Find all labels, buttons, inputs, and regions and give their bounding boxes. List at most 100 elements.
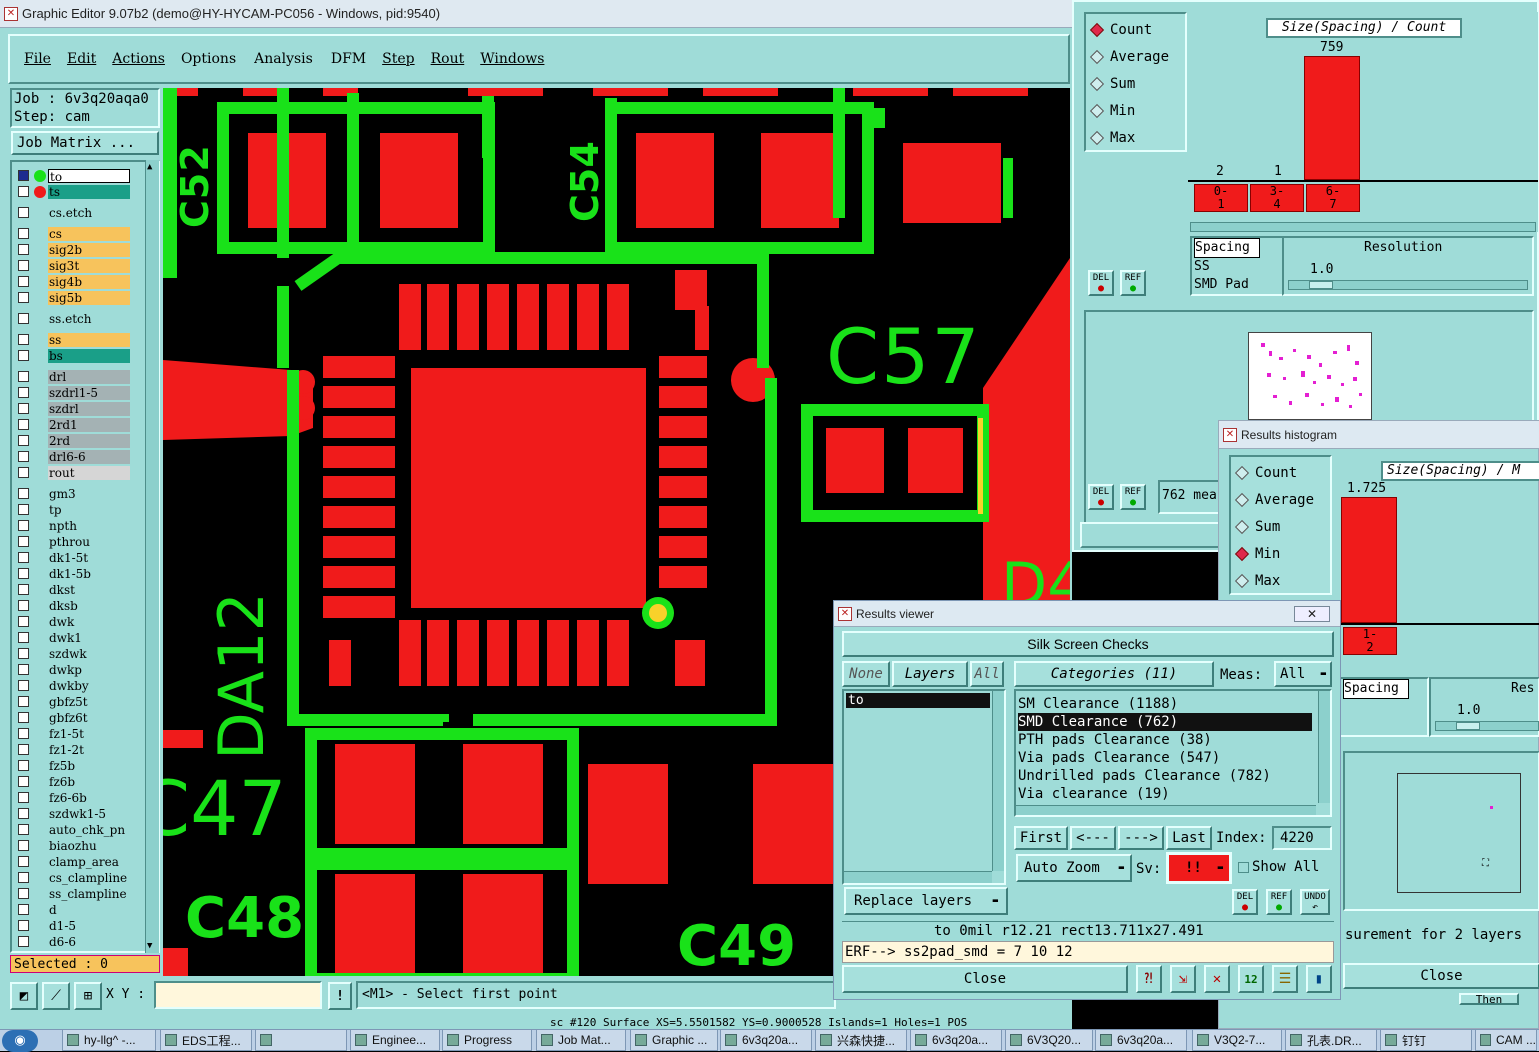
layer-row-2rd[interactable]: 2rd xyxy=(14,433,132,448)
layer-row-dk1-5b[interactable]: dk1-5b xyxy=(14,566,132,581)
layer-name[interactable]: sig2b xyxy=(48,242,130,257)
tool-measure-icon[interactable]: ⟋ xyxy=(42,982,70,1010)
radio-min[interactable]: Min xyxy=(1086,97,1185,124)
layer-checkbox[interactable] xyxy=(18,888,29,899)
layer-checkbox[interactable] xyxy=(18,228,29,239)
layer-name[interactable]: d xyxy=(48,902,130,917)
layer-row-fz6b[interactable]: fz6b xyxy=(14,774,132,789)
index-input[interactable]: 4220 xyxy=(1272,826,1332,850)
category-vscroll[interactable] xyxy=(1318,691,1330,803)
layer-row-d1-5[interactable]: d1-5 xyxy=(14,918,132,933)
layer-name[interactable]: ss_clampline xyxy=(48,886,130,901)
prev-button[interactable]: <--- xyxy=(1070,826,1116,850)
results-close-button[interactable]: Close xyxy=(842,965,1128,993)
layer-name[interactable]: szdwk xyxy=(48,646,130,661)
layer-listbox-item[interactable]: to xyxy=(846,693,990,708)
layer-row-npth[interactable]: npth xyxy=(14,518,132,533)
radio-sum[interactable]: Sum xyxy=(1086,70,1185,97)
results-undo-button[interactable]: UNDO ↶ xyxy=(1300,889,1330,915)
layer-row-2rd1[interactable]: 2rd1 xyxy=(14,417,132,432)
xy-input[interactable] xyxy=(154,981,322,1009)
layer-name[interactable]: fz6b xyxy=(48,774,130,789)
start-button-icon[interactable]: ◉ xyxy=(2,1030,38,1052)
alert-icon[interactable]: ! xyxy=(328,982,352,1010)
layer-name[interactable]: sig4b xyxy=(48,274,130,289)
taskbar-item-7[interactable]: 6v3q20a... xyxy=(720,1029,812,1051)
layer-row-ss_clampline[interactable]: ss_clampline xyxy=(14,886,132,901)
layer-checkbox[interactable] xyxy=(18,371,29,382)
layer-name[interactable]: ts xyxy=(48,184,130,199)
layer-checkbox[interactable] xyxy=(18,419,29,430)
layer-row-dwk[interactable]: dwk xyxy=(14,614,132,629)
layers-button[interactable]: Layers xyxy=(892,661,968,687)
layer-listbox-hscroll[interactable] xyxy=(844,871,992,883)
auto-zoom-dropdown[interactable]: Auto Zoom ▬ xyxy=(1016,854,1132,882)
layer-row-cs[interactable]: cs xyxy=(14,226,132,241)
layer-checkbox[interactable] xyxy=(18,568,29,579)
layer-name[interactable]: bs xyxy=(48,348,130,363)
taskbar-item-5[interactable]: Job Mat... xyxy=(536,1029,626,1051)
next-button[interactable]: ---> xyxy=(1118,826,1164,850)
layer-name[interactable]: dksb xyxy=(48,598,130,613)
layer-checkbox[interactable] xyxy=(18,760,29,771)
radio2-sum[interactable]: Sum xyxy=(1231,513,1330,540)
category-item-5[interactable]: Via clearance (19) xyxy=(1018,785,1330,803)
layer-row-dwkby[interactable]: dwkby xyxy=(14,678,132,693)
results-del-button[interactable]: DEL ● xyxy=(1232,889,1258,915)
layer-row-szdrl[interactable]: szdrl xyxy=(14,401,132,416)
resolution-slider[interactable] xyxy=(1288,280,1528,290)
sv-dropdown[interactable]: !! ▬ xyxy=(1166,852,1232,884)
layer-name[interactable]: rout xyxy=(48,465,130,480)
layer-name[interactable]: ss.etch xyxy=(48,311,130,326)
layer-row-sig2b[interactable]: sig2b xyxy=(14,242,132,257)
layer-checkbox[interactable] xyxy=(18,403,29,414)
layer-row-ss.etch[interactable]: ss.etch xyxy=(14,311,132,326)
layer-name[interactable]: dk1-5t xyxy=(48,550,130,565)
preview-thumbnail[interactable] xyxy=(1248,332,1372,420)
layer-name[interactable]: 2rd1 xyxy=(48,417,130,432)
layer-row-gbfz5t[interactable]: gbfz5t xyxy=(14,694,132,709)
layer-row-dkst[interactable]: dkst xyxy=(14,582,132,597)
layer-listbox[interactable]: to xyxy=(842,689,1006,885)
taskbar-item-3[interactable]: Enginee... xyxy=(350,1029,440,1051)
layer-checkbox[interactable] xyxy=(18,616,29,627)
layer-row-to[interactable]: to xyxy=(14,168,132,183)
layer-row-tp[interactable]: tp xyxy=(14,502,132,517)
layer-name[interactable]: drl6-6 xyxy=(48,449,130,464)
category-hscroll[interactable] xyxy=(1016,805,1316,815)
layer-name[interactable]: tp xyxy=(48,502,130,517)
category-item-2[interactable]: PTH pads Clearance (38) xyxy=(1018,731,1330,749)
layer-name[interactable]: szdrl xyxy=(48,401,130,416)
layer-row-szdwk1-5[interactable]: szdwk1-5 xyxy=(14,806,132,821)
layer-checkbox[interactable] xyxy=(18,260,29,271)
none-button[interactable]: None xyxy=(842,661,890,687)
list-item-smd-pad[interactable]: SMD Pad xyxy=(1194,276,1282,294)
tool-grid-icon[interactable]: ⊞ xyxy=(74,982,102,1010)
layer-checkbox[interactable] xyxy=(18,824,29,835)
meas-dropdown[interactable]: All ▬ xyxy=(1274,661,1332,687)
bin-label-0[interactable]: 0- 1 xyxy=(1194,184,1248,212)
layer-checkbox[interactable] xyxy=(18,292,29,303)
taskbar-item-9[interactable]: 6v3q20a... xyxy=(910,1029,1002,1051)
layer-row-sig3t[interactable]: sig3t xyxy=(14,258,132,273)
layer-checkbox[interactable] xyxy=(18,467,29,478)
layer-row-szdrl1-5[interactable]: szdrl1-5 xyxy=(14,385,132,400)
tool-report-icon[interactable]: ☰ xyxy=(1272,965,1298,993)
layer-color-dot[interactable] xyxy=(34,185,46,198)
layer-checkbox[interactable] xyxy=(18,207,29,218)
tool-compare-icon[interactable]: 12 xyxy=(1238,965,1264,993)
taskbar-item-1[interactable]: EDS工程... xyxy=(160,1029,252,1051)
layer-row-fz1-5t[interactable]: fz1-5t xyxy=(14,726,132,741)
menu-rout[interactable]: Rout xyxy=(431,51,465,67)
histogram-bar-2[interactable] xyxy=(1304,56,1360,180)
layer-name[interactable]: fz1-5t xyxy=(48,726,130,741)
layer-row-dksb[interactable]: dksb xyxy=(14,598,132,613)
menu-dfm[interactable]: DFM xyxy=(331,51,366,67)
radio2-count[interactable]: Count xyxy=(1231,459,1330,486)
radio2-average[interactable]: Average xyxy=(1231,486,1330,513)
layer-name[interactable]: fz6-6b xyxy=(48,790,130,805)
list2-item-spacing[interactable]: Spacing xyxy=(1343,679,1409,699)
layer-name[interactable]: dwkby xyxy=(48,678,130,693)
layer-checkbox[interactable] xyxy=(18,536,29,547)
layer-checkbox[interactable] xyxy=(18,872,29,883)
